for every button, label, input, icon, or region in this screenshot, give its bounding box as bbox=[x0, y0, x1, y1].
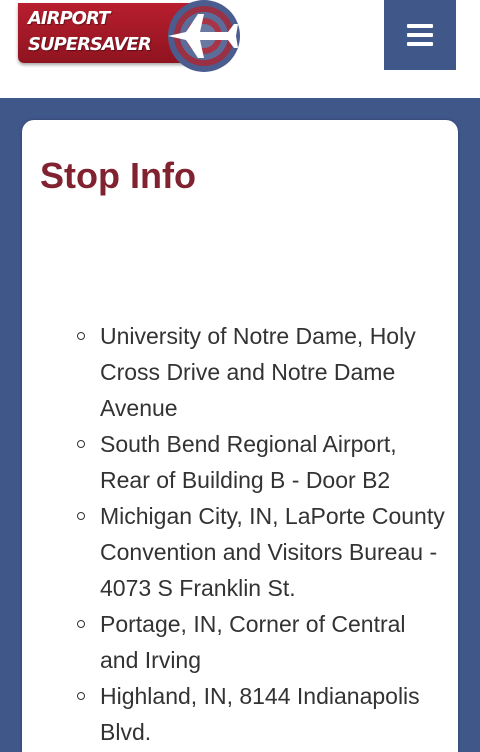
stop-item-south-bend-airport: South Bend Regional Airport, Rear of Bui… bbox=[77, 426, 446, 498]
stop-label: South Bend Regional Airport, Rear of Bui… bbox=[100, 431, 397, 493]
stop-label: Portage, IN, Corner of Central and Irvin… bbox=[100, 611, 406, 673]
stop-label: Highland, IN, 8144 Indianapolis Blvd. bbox=[100, 683, 420, 745]
stop-item-highland: Highland, IN, 8144 Indianapolis Blvd. bbox=[77, 678, 446, 750]
hamburger-menu-bar bbox=[407, 42, 433, 46]
stop-label: University of Notre Dame, Holy Cross Dri… bbox=[100, 323, 416, 421]
airplane-target-icon bbox=[168, 0, 240, 72]
circle-bullet-icon bbox=[77, 620, 85, 628]
stop-label: Michigan City, IN, LaPorte County Conven… bbox=[100, 503, 445, 601]
airport-supersaver-logo[interactable]: AIRPORT SUPERSAVER bbox=[18, 0, 240, 74]
hamburger-menu-icon bbox=[407, 24, 433, 28]
stop-list: University of Notre Dame, Holy Cross Dri… bbox=[77, 318, 446, 750]
stop-item-portage: Portage, IN, Corner of Central and Irvin… bbox=[77, 606, 446, 678]
stop-item-notre-dame: University of Notre Dame, Holy Cross Dri… bbox=[77, 318, 446, 426]
hamburger-menu-button[interactable] bbox=[384, 0, 456, 70]
stop-info-card: Stop Info University of Notre Dame, Holy… bbox=[22, 120, 458, 752]
logo-text-airport: AIRPORT bbox=[28, 8, 110, 29]
logo-text-supersaver: SUPERSAVER bbox=[28, 34, 152, 55]
circle-bullet-icon bbox=[77, 332, 85, 340]
site-header: AIRPORT SUPERSAVER bbox=[0, 0, 480, 98]
circle-bullet-icon bbox=[77, 692, 85, 700]
hamburger-menu-bar bbox=[407, 33, 433, 37]
stop-item-michigan-city: Michigan City, IN, LaPorte County Conven… bbox=[77, 498, 446, 606]
circle-bullet-icon bbox=[77, 440, 85, 448]
circle-bullet-icon bbox=[77, 512, 85, 520]
page-title: Stop Info bbox=[40, 155, 196, 196]
